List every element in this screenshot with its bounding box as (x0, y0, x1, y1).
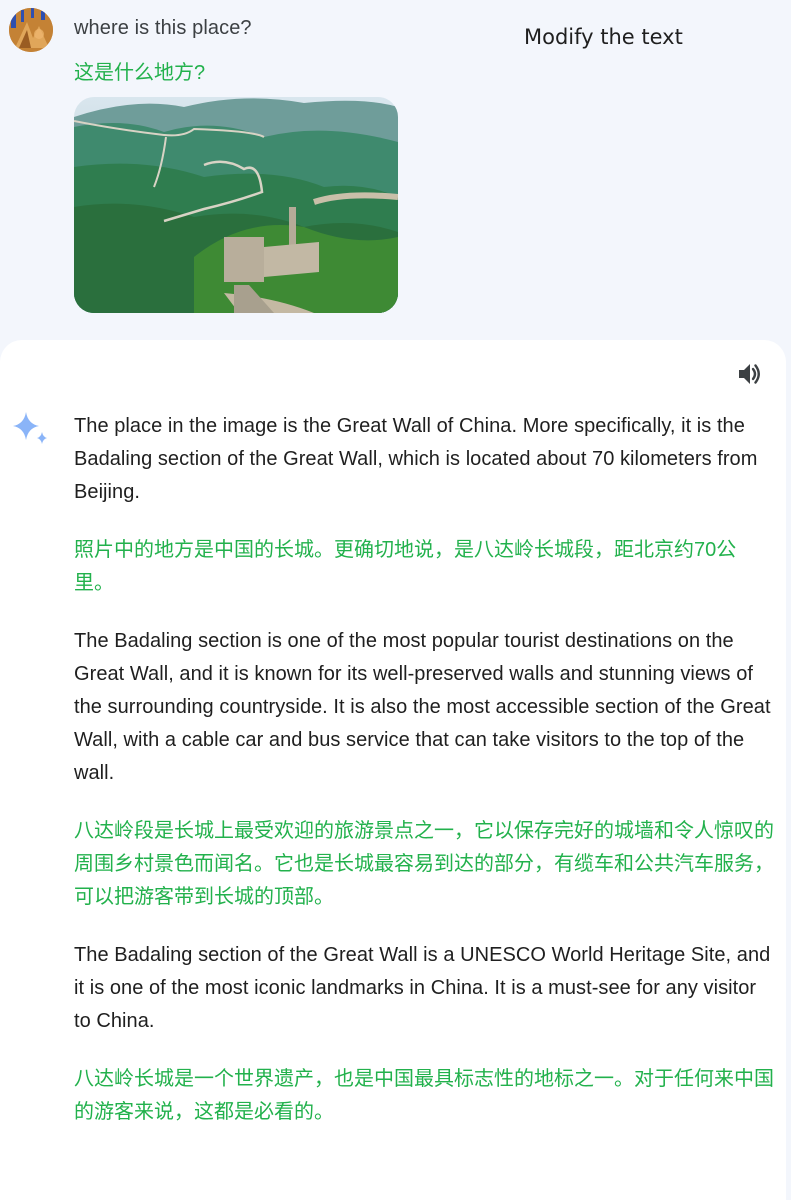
user-query-translation: 这是什么地方? (74, 62, 206, 84)
response-paragraph-zh: 照片中的地方是中国的长城。更确切地说，是八达岭长城段，距北京约70公里。 (74, 539, 737, 594)
user-query-text: where is this place? (74, 17, 252, 39)
modify-text-label: Modify the text (524, 25, 683, 49)
response-paragraph-zh: 八达岭段是长城上最受欢迎的旅游景点之一，它以保存完好的城墙和令人惊叹的周围乡村景… (74, 820, 774, 908)
sparkle-icon (13, 412, 47, 444)
response-paragraph-en: The place in the image is the Great Wall… (74, 415, 758, 503)
user-avatar[interactable] (9, 8, 53, 52)
response-text: The place in the image is the Great Wall… (74, 410, 774, 1154)
read-aloud-button[interactable] (736, 360, 764, 388)
attached-image[interactable] (74, 97, 398, 313)
speaker-volume-icon (739, 364, 760, 384)
great-wall-photo (74, 97, 398, 313)
response-paragraph-en: The Badaling section is one of the most … (74, 630, 771, 784)
response-card: The place in the image is the Great Wall… (0, 340, 786, 1200)
response-paragraph-zh: 八达岭长城是一个世界遗产，也是中国最具标志性的地标之一。对于任何来中国的游客来说… (74, 1068, 774, 1123)
user-message: where is this place? 这是什么地方? Modify the … (0, 0, 791, 340)
user-avatar-image-icon (9, 8, 53, 52)
response-paragraph-en: The Badaling section of the Great Wall i… (74, 944, 771, 1032)
